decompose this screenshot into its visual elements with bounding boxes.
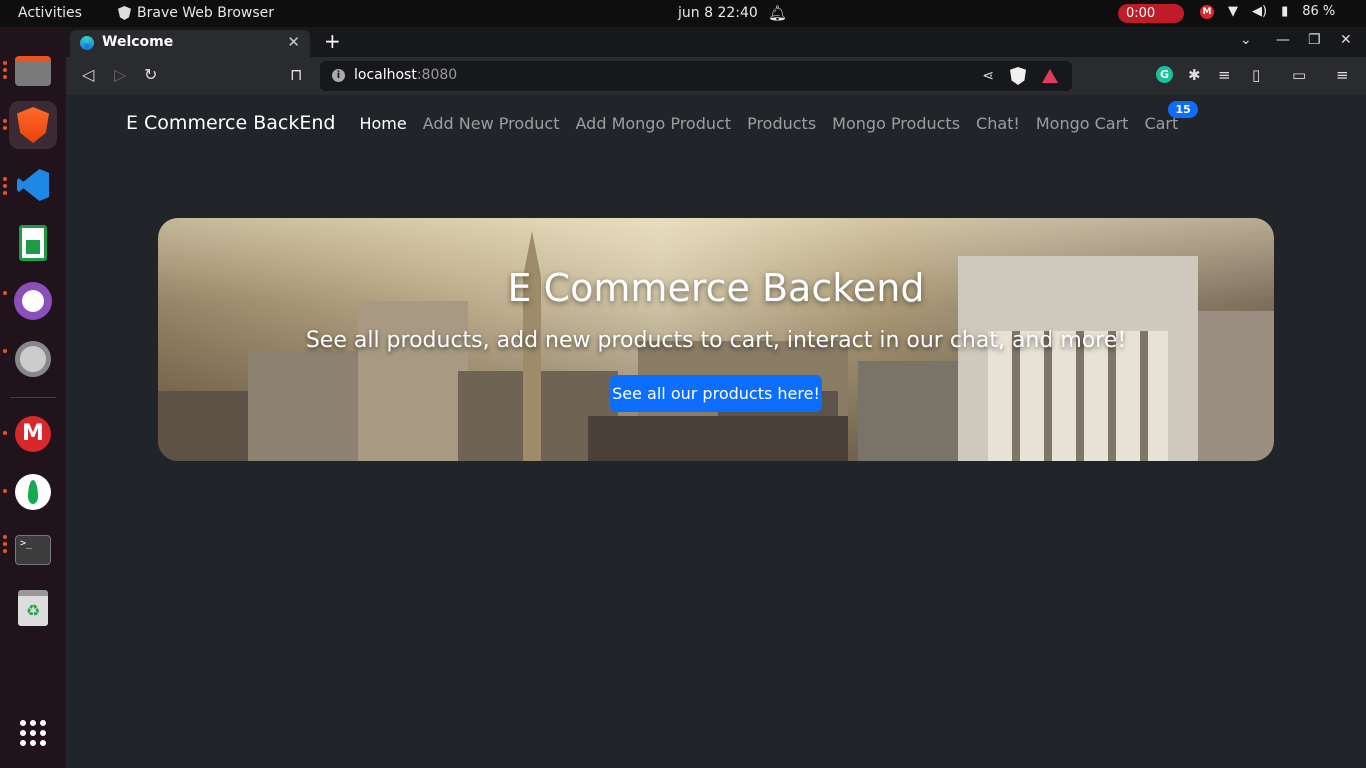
activities-button[interactable]: Activities [18, 5, 82, 21]
web-page: E Commerce BackEnd Home Add New Product … [66, 95, 1366, 768]
extensions-puzzle-icon[interactable]: ✱ [1188, 66, 1201, 84]
running-indicator [3, 431, 7, 435]
running-indicator [3, 119, 7, 130]
nav-chat[interactable]: Chat! [976, 114, 1020, 133]
mega-app-icon[interactable]: M [9, 410, 57, 458]
running-indicator [3, 61, 7, 79]
trash-icon[interactable]: ♻ [9, 584, 57, 632]
brave-browser-icon[interactable] [9, 101, 57, 149]
nav-add-new-product[interactable]: Add New Product [423, 114, 560, 133]
clock[interactable]: jun 8 22:40 [678, 5, 758, 21]
cart-count-badge: 15 [1168, 100, 1198, 118]
site-navbar: E Commerce BackEnd Home Add New Product … [126, 100, 1198, 134]
hero-banner: E Commerce Backend See all products, add… [158, 218, 1274, 461]
tab-close-icon[interactable]: ✕ [287, 30, 300, 55]
running-indicator [3, 489, 7, 493]
hero-subtitle: See all products, add new products to ca… [305, 328, 1127, 353]
brave-shields-icon[interactable] [1010, 67, 1026, 85]
playlist-icon[interactable]: ≡ [1218, 66, 1231, 84]
running-indicator [3, 349, 7, 353]
site-info-icon[interactable]: i [332, 69, 345, 82]
vscode-icon[interactable] [9, 161, 57, 209]
share-icon[interactable]: ⋖ [982, 68, 994, 84]
forward-button[interactable]: ▷ [114, 65, 126, 84]
minimize-button[interactable]: — [1276, 32, 1290, 48]
grammarly-extension-icon[interactable]: G [1156, 66, 1173, 83]
tab-welcome[interactable]: Welcome ✕ [70, 30, 310, 57]
screen-recording-indicator[interactable]: 0:00 [1118, 4, 1184, 23]
hero-title: E Commerce Backend [507, 266, 925, 310]
navbar-brand[interactable]: E Commerce BackEnd [126, 112, 335, 134]
recording-time: 0:00 [1126, 6, 1156, 21]
system-top-bar: Activities Brave Web Browser jun 8 22:40… [0, 0, 1366, 27]
spreadsheet-icon[interactable] [9, 219, 57, 267]
back-button[interactable]: ◁ [82, 65, 94, 84]
url-text[interactable]: localhost:8080 [354, 67, 457, 83]
menu-hamburger-icon[interactable]: ≡ [1336, 66, 1349, 84]
restore-button[interactable]: ❐ [1308, 32, 1321, 48]
nav-home[interactable]: Home [359, 114, 406, 133]
nav-mongo-cart[interactable]: Mongo Cart [1036, 114, 1129, 133]
brave-lion-icon [118, 6, 131, 20]
system-tray[interactable]: M ▼ ◀︎) ▮ 86 % [1200, 4, 1335, 19]
tab-strip: Welcome ✕ + ⌄ — ❐ ✕ [66, 27, 1366, 57]
url-host: localhost [354, 67, 417, 83]
running-indicator [3, 535, 7, 553]
see-products-button[interactable]: See all our products here! [610, 375, 822, 412]
volume-icon: ◀︎) [1252, 4, 1268, 19]
dock-separator [10, 397, 56, 398]
github-desktop-icon[interactable] [9, 277, 57, 325]
bookmark-icon[interactable]: ⊓ [290, 65, 302, 84]
battery-icon: ▮ [1281, 4, 1289, 19]
new-tab-button[interactable]: + [324, 29, 341, 53]
nav-cart[interactable]: Cart 15 [1144, 100, 1198, 133]
mega-tray-icon[interactable]: M [1200, 4, 1214, 19]
mongodb-compass-icon[interactable] [9, 468, 57, 516]
running-indicator [3, 177, 7, 195]
sidebar-icon[interactable]: ▯ [1252, 66, 1260, 84]
browser-toolbar: ◁ ▷ ↻ ⊓ i localhost:8080 ⋖ G ✱ ≡ ▯ ▭ ≡ [66, 57, 1366, 95]
brave-rewards-icon[interactable] [1042, 69, 1058, 83]
nav-add-mongo-product[interactable]: Add Mongo Product [576, 114, 732, 133]
tab-title: Welcome [102, 34, 174, 50]
reload-button[interactable]: ↻ [144, 65, 157, 84]
show-applications-icon[interactable] [9, 709, 57, 757]
running-indicator [3, 291, 7, 295]
tab-favicon-icon [80, 36, 94, 50]
app-menu[interactable]: Brave Web Browser [118, 5, 274, 21]
settings-icon[interactable] [9, 335, 57, 383]
dock: M >_ ♻ [0, 27, 66, 768]
url-port: :8080 [416, 67, 458, 83]
wifi-icon: ▼ [1228, 4, 1238, 19]
address-bar[interactable]: i localhost:8080 ⋖ [320, 61, 1072, 91]
terminal-icon[interactable]: >_ [9, 526, 57, 574]
tab-search-chevron-icon[interactable]: ⌄ [1240, 32, 1252, 48]
nav-mongo-products[interactable]: Mongo Products [832, 114, 960, 133]
wallet-icon[interactable]: ▭ [1292, 66, 1306, 84]
notification-bell-icon[interactable]: 🔔︎ [768, 4, 787, 22]
app-name-label: Brave Web Browser [137, 5, 274, 21]
browser-window: Welcome ✕ + ⌄ — ❐ ✕ ◁ ▷ ↻ ⊓ i localhost:… [66, 27, 1366, 768]
battery-percent: 86 % [1302, 4, 1336, 19]
address-bar-actions: ⋖ [982, 67, 1058, 85]
files-app-icon[interactable] [9, 47, 57, 95]
nav-products[interactable]: Products [747, 114, 816, 133]
close-window-button[interactable]: ✕ [1340, 32, 1352, 48]
